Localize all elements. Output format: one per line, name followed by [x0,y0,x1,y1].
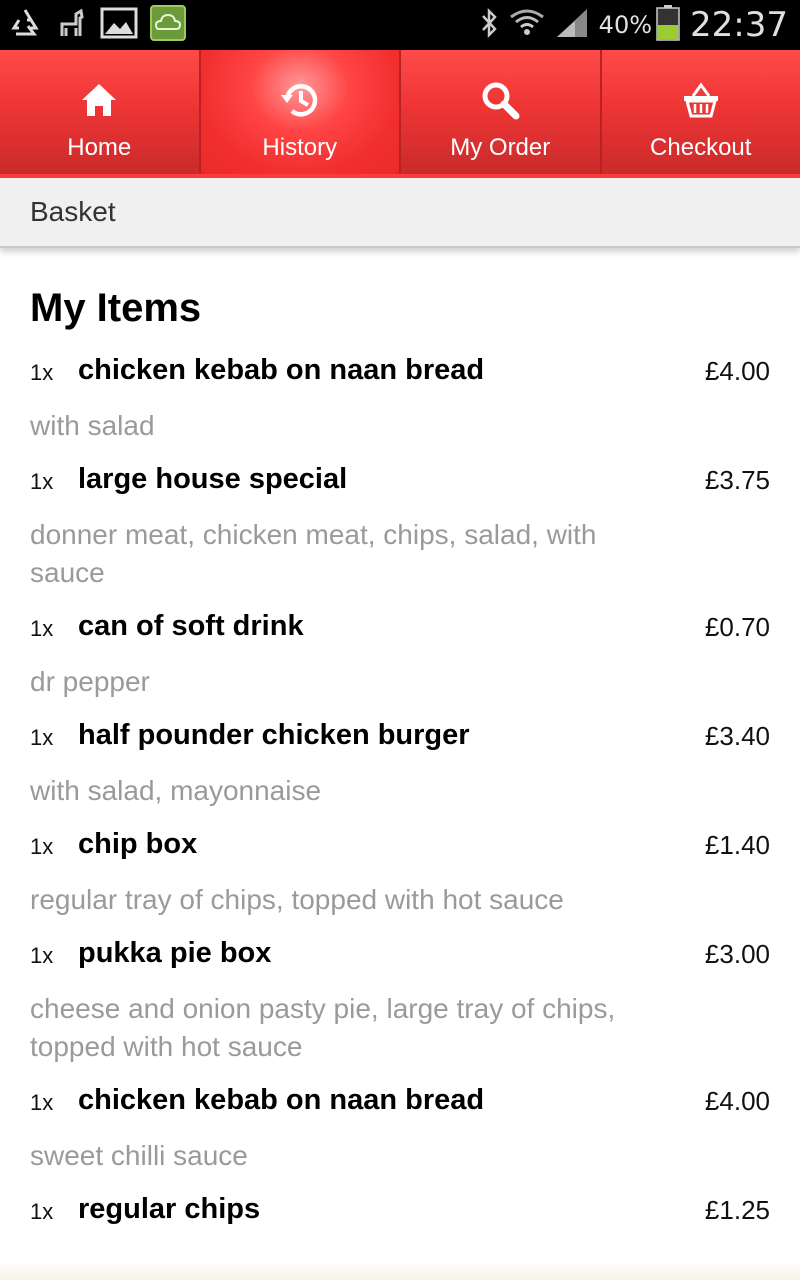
status-bar-right: 40% 22:37 [469,4,788,46]
item-description-line: regular tray of chips, topped with hot s… [30,884,564,915]
llama-icon [54,6,88,45]
item-price: £4.00 [704,356,770,386]
list-item[interactable]: 1x can of soft drink £0.70 [0,608,800,648]
item-price: £1.40 [704,830,770,860]
status-bar: 40% 22:37 [0,0,800,50]
basket-icon [681,80,721,125]
item-name: half pounder chicken burger [78,719,470,751]
item-quantity: 1x [30,725,54,750]
item-name: chicken kebab on naan bread [78,1084,485,1116]
item-quantity: 1x [30,360,54,385]
tab-home[interactable]: Home [0,50,201,174]
tab-history-label: History [262,134,338,161]
item-description-line: with salad [30,410,155,441]
list-item[interactable]: 1x chicken kebab on naan bread £4.00 [0,1082,800,1122]
list-item[interactable]: 1x large house special £3.75 [0,461,800,501]
signal-icon [555,7,589,44]
bottom-fade [0,1262,800,1280]
recycle-icon [8,6,42,45]
item-quantity: 1x [30,1090,54,1115]
item-description: dr pepper [30,663,730,701]
my-items-title: My Items [30,286,202,330]
tab-my-order-label: My Order [450,134,551,161]
item-price: £3.00 [704,939,770,969]
item-description-line: cheese and onion pasty pie, large tray o… [30,993,616,1024]
item-quantity: 1x [30,943,54,968]
tab-home-label: Home [67,134,132,161]
item-quantity: 1x [30,834,54,859]
item-name: regular chips [78,1193,261,1225]
battery-icon [656,4,680,46]
item-description-line: sweet chilli sauce [30,1140,248,1171]
item-quantity: 1x [30,616,54,641]
item-description-line: with salad, mayonnaise [30,775,322,806]
item-description: with salad, mayonnaise [30,772,730,810]
item-price: £3.75 [704,465,770,495]
tab-history[interactable]: History [200,50,401,174]
list-item[interactable]: 1x regular chips £1.25 [0,1191,800,1231]
item-price: £1.25 [704,1195,770,1225]
tab-checkout[interactable]: Checkout [602,50,800,174]
battery-percent: 40% [598,11,653,39]
item-price: £3.40 [704,721,770,751]
list-item[interactable]: 1x chip box £1.40 [0,826,800,866]
basket-title: Basket [30,196,116,227]
app-cloud-icon [150,4,186,46]
item-name: chicken kebab on naan bread [78,354,485,386]
main-nav: Home History My Order Checkout [0,50,800,178]
item-description: cheese and onion pasty pie, large tray o… [30,990,730,1066]
item-name: large house special [78,463,348,495]
item-name: can of soft drink [78,610,304,642]
item-name: chip box [78,828,198,860]
item-name: pukka pie box [78,937,272,969]
item-description-line: donner meat, chicken meat, chips, salad,… [30,519,597,550]
item-description: sweet chilli sauce [30,1137,730,1175]
item-description: with salad [30,407,730,445]
item-description: regular tray of chips, topped with hot s… [30,881,730,919]
list-item[interactable]: 1x chicken kebab on naan bread £4.00 [0,352,800,392]
item-description-line: sauce [30,557,105,588]
basket-header: Basket [0,178,800,248]
tab-my-order[interactable]: My Order [401,50,602,174]
item-quantity: 1x [30,1199,54,1224]
wifi-icon [509,7,545,44]
list-item[interactable]: 1x pukka pie box £3.00 [0,935,800,975]
tab-checkout-label: Checkout [650,134,752,161]
list-item[interactable]: 1x half pounder chicken burger £3.40 [0,717,800,757]
item-price: £0.70 [704,612,770,642]
search-icon [480,80,520,125]
status-bar-left [8,4,198,46]
bluetooth-icon [479,7,499,44]
item-description: donner meat, chicken meat, chips, salad,… [30,516,730,592]
item-description-line: topped with hot sauce [30,1031,303,1062]
home-icon [79,80,119,125]
item-quantity: 1x [30,469,54,494]
clock: 22:37 [690,5,788,45]
item-price: £4.00 [704,1086,770,1116]
image-icon [100,6,138,45]
history-icon [278,78,322,127]
item-description-line: dr pepper [30,666,150,697]
